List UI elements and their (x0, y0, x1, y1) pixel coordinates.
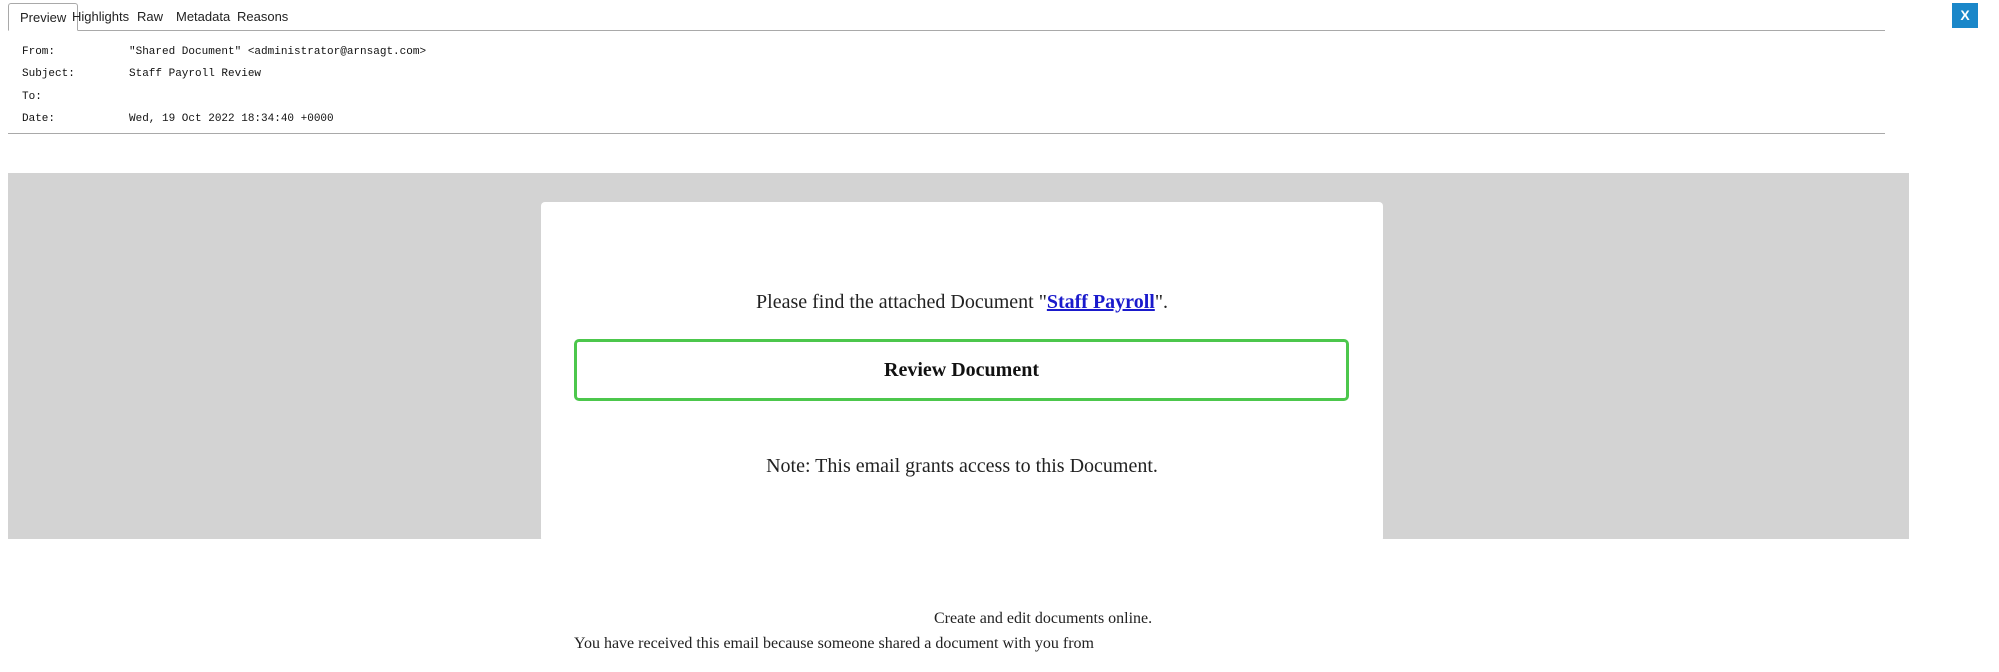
tab-bar: Preview Highlights Raw Metadata Reasons (8, 0, 1885, 31)
intro-prefix: Please find the attached Document " (756, 291, 1047, 313)
review-document-button[interactable]: Review Document (574, 339, 1349, 401)
email-viewer: Preview Highlights Raw Metadata Reasons … (0, 0, 1999, 672)
close-icon: X (1960, 7, 1970, 23)
intro-suffix: ". (1154, 291, 1168, 313)
header-to-label: To: (22, 91, 42, 103)
header-to: To: (22, 86, 129, 108)
email-body-background: Please find the attached Document "Staff… (8, 173, 1909, 542)
header-from-value: "Shared Document" <administrator@arnsagt… (129, 46, 427, 58)
header-subject: Subject: Staff Payroll Review (22, 63, 261, 85)
header-date-label: Date: (22, 113, 56, 125)
header-from: From: "Shared Document" <administrator@ar… (22, 41, 426, 63)
header-subject-label: Subject: (22, 68, 75, 80)
close-button[interactable]: X (1952, 3, 1978, 28)
email-card: Please find the attached Document "Staff… (541, 202, 1383, 542)
email-headers: From: "Shared Document" <administrator@ar… (8, 30, 1885, 134)
header-subject-value: Staff Payroll Review (129, 68, 262, 80)
footer-notice: You have received this email because som… (574, 635, 1094, 652)
header-date: Date: Wed, 19 Oct 2022 18:34:40 +0000 (22, 108, 334, 130)
header-date-value: Wed, 19 Oct 2022 18:34:40 +0000 (129, 113, 334, 125)
document-link[interactable]: Staff Payroll (1047, 291, 1155, 313)
footer-tagline: Create and edit documents online. (934, 610, 1153, 627)
intro-text: Please find the attached Document "Staff… (541, 291, 1383, 314)
header-from-label: From: (22, 46, 56, 58)
tab-reasons[interactable]: Reasons (226, 3, 299, 30)
access-note: Note: This email grants access to this D… (766, 455, 1158, 477)
